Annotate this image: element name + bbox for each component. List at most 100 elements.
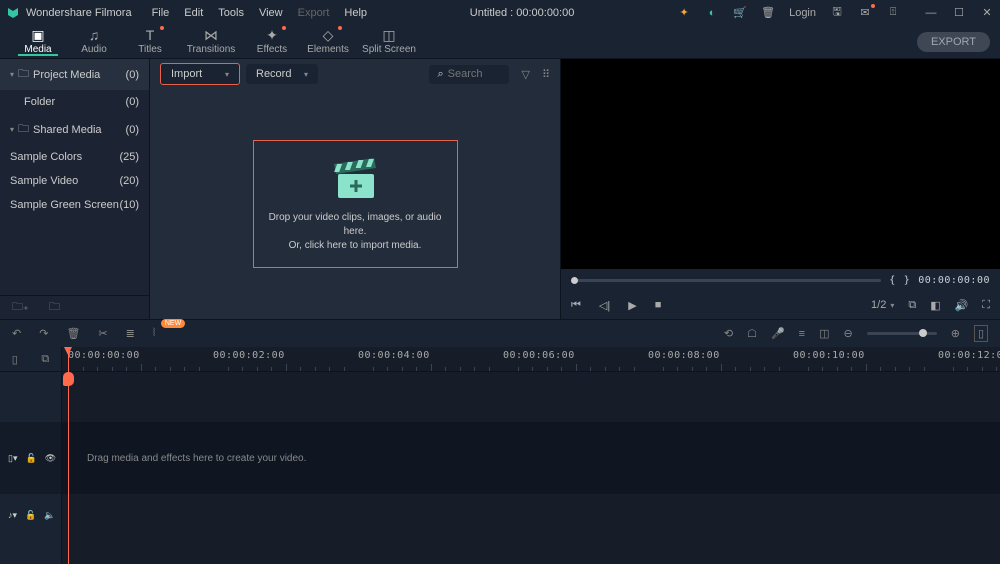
step-back-icon[interactable]: ◁| <box>599 299 610 312</box>
tab-effects[interactable]: ✦ Effects <box>244 28 300 55</box>
playhead[interactable] <box>68 347 69 564</box>
tab-media[interactable]: ▣ Media <box>10 28 66 55</box>
zoom-out-icon[interactable]: ⊖ <box>844 327 853 340</box>
menu-edit[interactable]: Edit <box>184 7 203 19</box>
mute-icon[interactable]: 🔈 <box>44 510 55 521</box>
sidebar-item[interactable]: ▾🗀Project Media(0) <box>0 59 149 90</box>
maximize-icon[interactable]: ☐ <box>952 6 966 20</box>
chevron-down-icon: ▾ <box>10 125 14 134</box>
message-icon[interactable]: ✉ <box>858 6 872 20</box>
fullscreen-icon[interactable]: ⛶ <box>982 299 990 312</box>
lock-icon[interactable]: 🔓 <box>25 510 36 521</box>
record-dropdown[interactable]: Record ▾ <box>246 64 318 84</box>
project-title: Untitled : 00:00:00:00 <box>367 7 677 19</box>
sidebar-item-count: (25) <box>119 151 139 163</box>
edit-tools-icon[interactable]: ≣ <box>126 327 135 340</box>
tab-label: Effects <box>257 44 287 55</box>
sidebar-item[interactable]: ▾🗀Shared Media(0) <box>0 114 149 145</box>
lock-icon[interactable]: 🔓 <box>25 453 36 464</box>
import-dropbox[interactable]: Drop your video clips, images, or audio … <box>253 140 458 268</box>
premium-icon[interactable]: ✦ <box>677 6 691 20</box>
track-area[interactable]: Drag media and effects here to create yo… <box>62 372 1000 536</box>
sidebar-item[interactable]: Folder(0) <box>0 90 149 114</box>
stop-icon[interactable]: ■ <box>655 299 662 311</box>
snapshot-icon[interactable]: ⧉ <box>908 299 916 312</box>
timeline-ruler[interactable]: 00:00:00:0000:00:02:0000:00:04:0000:00:0… <box>62 347 1000 372</box>
brace-in-icon[interactable]: { <box>889 275 896 286</box>
video-track[interactable]: Drag media and effects here to create yo… <box>62 422 1000 494</box>
search-input[interactable]: ⌕ <box>429 65 509 84</box>
volume-icon[interactable]: 🔊 <box>955 299 969 312</box>
tab-elements[interactable]: ◇ Elements <box>300 28 356 55</box>
mic-icon[interactable]: 🎤 <box>771 327 785 340</box>
audio-track-header[interactable]: ♪▾ 🔓 🔈 <box>0 494 61 536</box>
title-bar: Wondershare Filmora File Edit Tools View… <box>0 0 1000 25</box>
filter-icon[interactable]: ▽ <box>521 68 529 81</box>
undo-icon[interactable]: ↶ <box>12 327 21 340</box>
grid-view-icon[interactable]: ⠿ <box>542 68 550 81</box>
menu-file[interactable]: File <box>152 7 170 19</box>
menu-help[interactable]: Help <box>344 7 367 19</box>
import-dropdown[interactable]: Import ▾ <box>160 63 240 85</box>
mixer-icon[interactable]: ≡ <box>799 328 805 340</box>
audio-track[interactable] <box>62 494 1000 536</box>
menu-tools[interactable]: Tools <box>218 7 244 19</box>
ruler-tick: 00:00:00:00 <box>68 350 140 361</box>
timeline-tracks[interactable]: 00:00:00:0000:00:02:0000:00:04:0000:00:0… <box>62 347 1000 564</box>
track-menu-icon[interactable]: ▯▾ <box>8 453 17 464</box>
link-icon[interactable]: ⧉ <box>41 353 49 366</box>
video-track-header[interactable]: ▯▾ 🔓 👁 <box>0 422 61 494</box>
titles-icon: T <box>146 28 155 42</box>
preview-viewport[interactable] <box>561 59 1000 269</box>
login-link[interactable]: Login <box>789 7 816 19</box>
account-icon[interactable]: ⍐ <box>886 6 900 20</box>
new-folder-icon[interactable]: 🗀₊ <box>12 298 29 317</box>
tab-transitions[interactable]: ⋈ Transitions <box>178 28 244 55</box>
minimize-icon[interactable]: — <box>924 6 938 20</box>
zoom-in-icon[interactable]: ⊕ <box>951 327 960 340</box>
app-logo-icon <box>6 6 20 20</box>
sidebar-item[interactable]: Sample Video(20) <box>0 169 149 193</box>
close-icon[interactable]: ✕ <box>980 6 994 20</box>
zoom-fit-icon[interactable]: ▯ <box>974 325 988 342</box>
marker-icon[interactable]: ◧ <box>930 299 940 312</box>
delete-icon[interactable]: 🗑 <box>66 327 80 340</box>
marker-tool-icon[interactable]: ⦚NEW <box>153 327 155 340</box>
play-icon[interactable]: ▶ <box>628 299 636 312</box>
media-icon: ▣ <box>31 28 44 42</box>
record-label: Record <box>256 68 291 80</box>
tab-split-screen[interactable]: ◫ Split Screen <box>356 28 422 55</box>
shield-icon[interactable]: ☖ <box>747 327 757 340</box>
redo-icon[interactable]: ↷ <box>39 327 48 340</box>
search-field[interactable] <box>448 68 502 80</box>
visibility-icon[interactable]: 👁 <box>45 453 56 464</box>
menu-export[interactable]: Export <box>298 7 330 19</box>
sidebar-item[interactable]: Sample Colors(25) <box>0 145 149 169</box>
tab-titles[interactable]: T Titles <box>122 28 178 55</box>
brace-out-icon[interactable]: } <box>904 275 911 286</box>
save-icon[interactable]: 🖫 <box>830 6 844 20</box>
menu-view[interactable]: View <box>259 7 283 19</box>
seek-slider[interactable] <box>571 279 881 282</box>
pin-icon[interactable]: ▯ <box>12 353 18 366</box>
cart-icon[interactable]: 🛒 <box>733 6 747 20</box>
prev-frame-icon[interactable]: ⏮ <box>571 299 581 312</box>
preview-quality[interactable]: 1/2▾ <box>871 299 894 311</box>
drop-line1: Drop your video clips, images, or audio … <box>260 211 451 239</box>
export-button[interactable]: EXPORT <box>917 32 990 52</box>
sidebar-item-count: (0) <box>126 124 139 136</box>
tab-audio[interactable]: ♫ Audio <box>66 28 122 55</box>
render-icon[interactable]: ⟲ <box>724 327 733 340</box>
trash-icon[interactable]: 🗑 <box>761 6 775 20</box>
sidebar-item[interactable]: Sample Green Screen(10) <box>0 193 149 217</box>
zoom-slider[interactable] <box>867 332 937 335</box>
folder-icon[interactable]: 🗀 <box>49 298 60 317</box>
support-icon[interactable]: ◐ <box>705 6 719 20</box>
overlay-track[interactable] <box>62 372 1000 422</box>
ruler-tick: 00:00:06:00 <box>503 350 575 361</box>
track-menu-icon[interactable]: ♪▾ <box>8 510 17 521</box>
crop-icon[interactable]: ◫ <box>819 327 829 340</box>
cut-icon[interactable]: ✂ <box>98 327 107 340</box>
dropzone-text: Drop your video clips, images, or audio … <box>260 211 451 253</box>
media-dropzone[interactable]: Drop your video clips, images, or audio … <box>150 89 560 319</box>
